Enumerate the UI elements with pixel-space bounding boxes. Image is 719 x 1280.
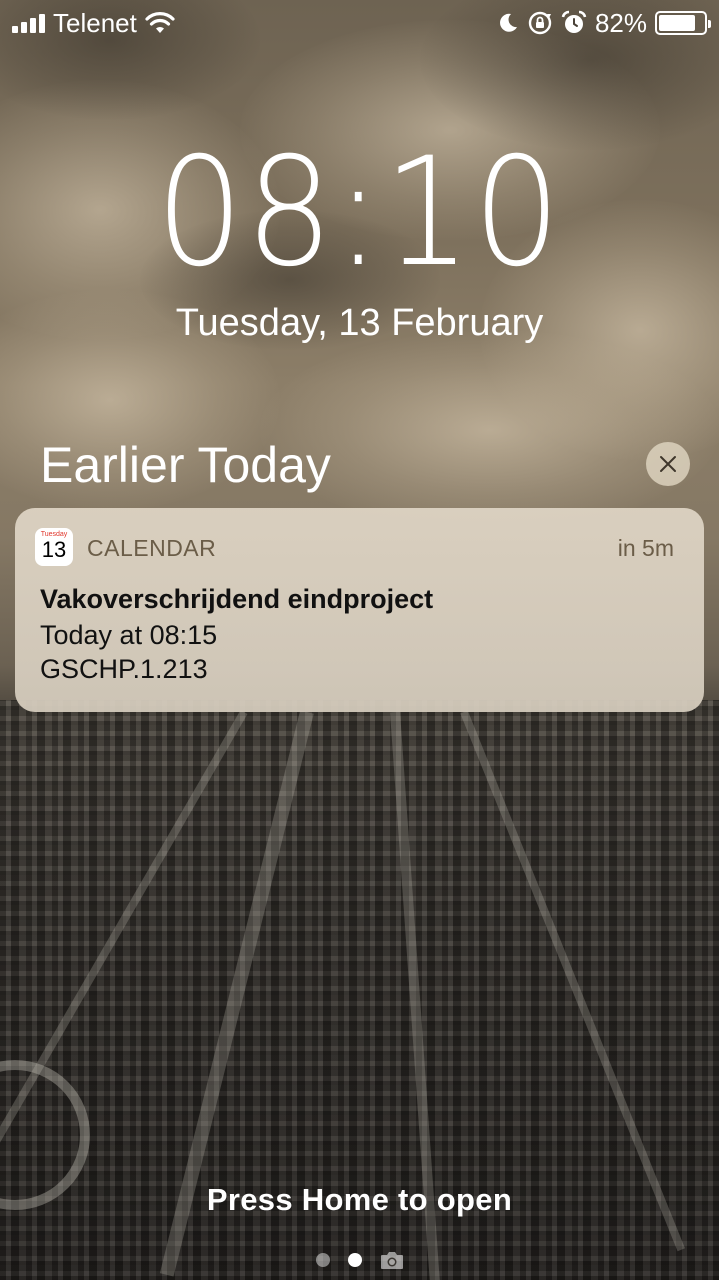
calendar-icon: Tuesday 13	[35, 528, 73, 566]
carrier-name: Telenet	[53, 7, 137, 38]
lock-screen-date: Tuesday, 13 February	[175, 302, 544, 344]
calendar-notification[interactable]: Tuesday 13 CALENDAR in 5m Vakoverschrijd…	[15, 508, 704, 712]
alarm-icon	[561, 10, 587, 33]
clear-notifications-button[interactable]	[646, 442, 690, 486]
notification-time: in 5m	[617, 535, 674, 561]
rotation-lock-icon	[528, 11, 552, 35]
moon-icon	[500, 13, 517, 32]
battery-fill	[659, 15, 696, 31]
notification-section-title: Earlier Today	[40, 437, 331, 493]
battery-icon	[655, 11, 711, 35]
wifi-icon	[145, 12, 175, 33]
page-dot-2[interactable]	[347, 1253, 362, 1267]
notification-app-name: CALENDAR	[87, 535, 217, 561]
press-home-hint: Press Home to open	[206, 1182, 513, 1217]
close-icon	[660, 456, 676, 472]
page-indicator	[0, 1250, 719, 1270]
lock-screen-clock: 08:10	[0, 138, 719, 288]
page-dot-1[interactable]	[315, 1253, 330, 1267]
clock-time: 08:10	[156, 126, 563, 300]
notification-event-location: GSCHP.1.213	[40, 654, 208, 684]
calendar-icon-number: 13	[41, 537, 67, 562]
notification-title: Vakoverschrijdend eindproject	[40, 584, 434, 614]
camera-icon[interactable]	[380, 1250, 404, 1270]
notification-event-time: Today at 08:15	[40, 620, 218, 650]
status-bar: Telenet 82%	[0, 0, 719, 46]
notification-header: Tuesday 13 CALENDAR in 5m	[15, 508, 704, 588]
battery-percent: 82%	[594, 7, 647, 38]
signal-icon	[12, 13, 45, 33]
